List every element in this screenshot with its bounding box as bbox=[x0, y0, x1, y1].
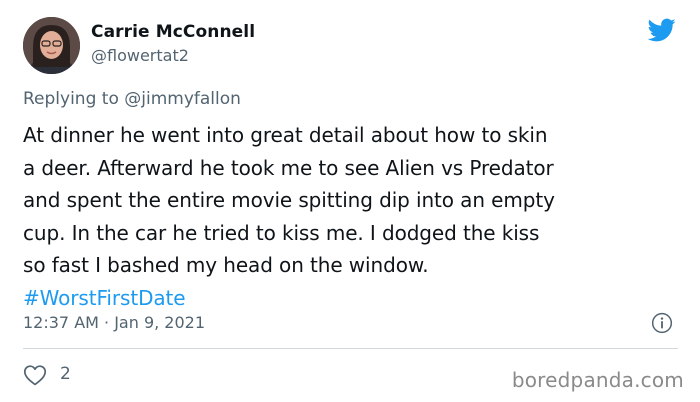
tweet-timestamp[interactable]: 12:37 AM · Jan 9, 2021 bbox=[23, 313, 205, 332]
hashtag-link[interactable]: #WorstFirstDate bbox=[23, 282, 683, 315]
like-count: 2 bbox=[60, 364, 71, 384]
avatar[interactable] bbox=[23, 17, 80, 74]
reply-mention-link[interactable]: @jimmyfallon bbox=[124, 89, 241, 109]
tweet-line: At dinner he went into great detail abou… bbox=[23, 123, 548, 147]
author-display-name[interactable]: Carrie McConnell bbox=[91, 22, 255, 42]
replying-prefix: Replying to bbox=[23, 89, 125, 109]
tweet-line: and spent the entire movie spitting dip … bbox=[23, 188, 555, 212]
author-handle[interactable]: @flowertat2 bbox=[91, 46, 189, 65]
tweet-line: a deer. Afterward he took me to see Alie… bbox=[23, 155, 554, 180]
twitter-bird-icon[interactable] bbox=[646, 16, 678, 44]
tweet-text: At dinner he went into great detail abou… bbox=[23, 119, 683, 314]
watermark: boredpanda.com bbox=[511, 368, 684, 392]
info-icon[interactable] bbox=[651, 312, 673, 334]
replying-to: Replying to @jimmyfallon bbox=[23, 89, 241, 109]
tweet-line: so fast I bashed my head on the window. bbox=[23, 253, 429, 277]
divider bbox=[23, 348, 678, 349]
tweet-line: cup. In the car he tried to kiss me. I d… bbox=[23, 220, 540, 245]
heart-icon[interactable] bbox=[23, 364, 47, 386]
tweet-card: Carrie McConnell @flowertat2 Replying to… bbox=[0, 0, 700, 402]
